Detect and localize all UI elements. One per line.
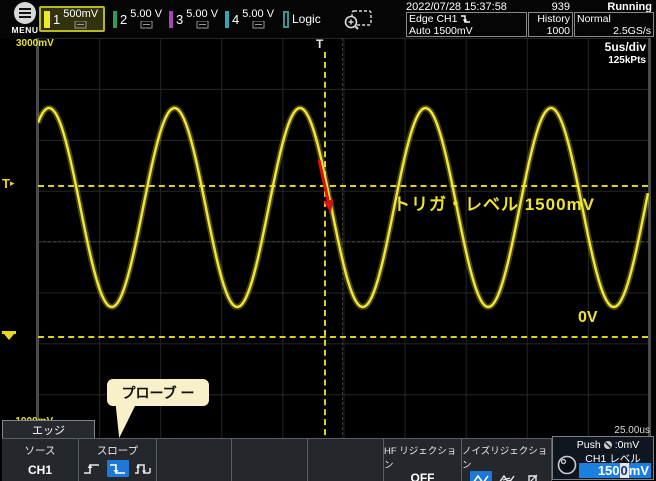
push-knob-icon <box>603 441 612 449</box>
channel-4-scale: 5.00 V <box>242 8 275 20</box>
push-value: :0mV <box>614 439 640 451</box>
probe-callout: プローブ ー <box>107 379 209 406</box>
source-menu-cell[interactable]: ソース CH1 <box>2 439 79 481</box>
slope-menu-cell[interactable]: スロープ <box>79 439 157 481</box>
channel-2-indicator[interactable]: 2 5.00 V <box>110 6 164 32</box>
coupling-icon <box>140 21 153 29</box>
noise-rejection-label: ノイズリジェクション <box>462 446 548 471</box>
level-cursor-digit: 0 <box>619 463 629 478</box>
falling-edge-icon <box>461 15 471 23</box>
slope-label: スロープ <box>96 445 139 457</box>
channel-2-number: 2 <box>120 11 128 27</box>
menu-button[interactable]: MENU <box>8 2 42 36</box>
acquisition-mode-box[interactable]: Normal 2.5GS/s <box>574 12 654 37</box>
coupling-icon <box>196 21 209 29</box>
logic-indicator[interactable]: Logic <box>280 6 332 32</box>
top-bar: MENU 1 500mV 2 5.00 V 3 5.00 V 4 5.00 V … <box>0 0 656 38</box>
channel-3-color-bar <box>169 10 173 28</box>
logic-color-bar <box>283 10 289 28</box>
source-label: ソース <box>24 445 56 457</box>
noise-rejection-cell[interactable]: ノイズリジェクション <box>462 439 552 481</box>
history-label: History <box>537 13 570 25</box>
channel-1-indicator[interactable]: 1 500mV <box>39 6 105 32</box>
slope-rising-icon[interactable] <box>81 460 103 477</box>
level-unit: mV <box>628 463 649 478</box>
source-value: CH1 <box>27 463 52 477</box>
push-label: Push <box>576 439 601 451</box>
noise-reject-on-icon[interactable] <box>469 471 492 481</box>
channel-2-color-bar <box>113 10 117 28</box>
channel-1-number: 1 <box>53 11 61 27</box>
channel-4-color-bar <box>225 10 229 28</box>
noise-reject-mid-icon[interactable] <box>496 471 518 481</box>
channel-2-scale: 5.00 V <box>130 8 163 20</box>
tab-edge[interactable]: エッジ <box>2 420 95 438</box>
channel-4-number: 4 <box>232 11 240 27</box>
probe-callout-text: プローブ ー <box>121 384 195 401</box>
coupling-icon <box>74 21 87 29</box>
trigger-info-box[interactable]: Edge CH1 Auto 1500mV <box>406 12 527 37</box>
channel-1-scale: 500mV <box>63 8 99 20</box>
acquisition-mode: Normal <box>577 13 611 25</box>
empty-menu-cell <box>232 439 308 481</box>
hamburger-icon <box>14 2 36 24</box>
sample-rate: 2.5GS/s <box>613 25 651 37</box>
rotary-knob-icon[interactable] <box>557 455 577 475</box>
logic-label: Logic <box>292 12 321 26</box>
coupling-icon <box>252 21 265 29</box>
channel-3-scale: 5.00 V <box>186 8 219 20</box>
channel-4-indicator[interactable]: 4 5.00 V <box>222 6 276 32</box>
channel-1-color-bar <box>44 10 50 28</box>
channel-3-number: 3 <box>176 11 184 27</box>
tab-edge-label: エッジ <box>32 424 65 437</box>
ground-level-marker[interactable] <box>2 331 16 340</box>
trigger-level-value[interactable]: 1500mV <box>579 463 651 478</box>
trigger-level-marker[interactable]: T▸ <box>2 176 14 191</box>
hf-rejection-cell[interactable]: HF リジェクション OFF <box>384 439 462 481</box>
history-box[interactable]: History 1000 <box>528 12 573 37</box>
slope-falling-icon[interactable] <box>106 460 129 477</box>
level-digits: 150 <box>597 463 620 478</box>
hf-rejection-label: HF リジェクション <box>384 446 457 471</box>
oscilloscope-screen: MENU 1 500mV 2 5.00 V 3 5.00 V 4 5.00 V … <box>0 0 656 481</box>
sine-wave-glow <box>38 104 649 311</box>
history-value: 1000 <box>546 25 570 37</box>
bottom-menu-row: ソース CH1 スロープ HF リジェクション OFF ノイズリジェクション <box>2 438 552 481</box>
trigger-mode: Auto 1500mV <box>409 25 473 37</box>
trigger-type: Edge CH1 <box>409 13 458 25</box>
empty-menu-cell <box>157 439 232 481</box>
hf-rejection-value: OFF <box>410 471 435 481</box>
noise-reject-off-icon[interactable] <box>522 471 544 481</box>
trigger-level-knob-panel[interactable]: Push :0mV CH1 レベル 1500mV <box>552 436 654 480</box>
channel-3-indicator[interactable]: 3 5.00 V <box>166 6 220 32</box>
menu-button-label: MENU <box>11 25 39 35</box>
slope-both-icon[interactable] <box>133 460 155 477</box>
empty-menu-cell <box>308 439 384 481</box>
zoom-tool-icon[interactable] <box>342 8 374 32</box>
